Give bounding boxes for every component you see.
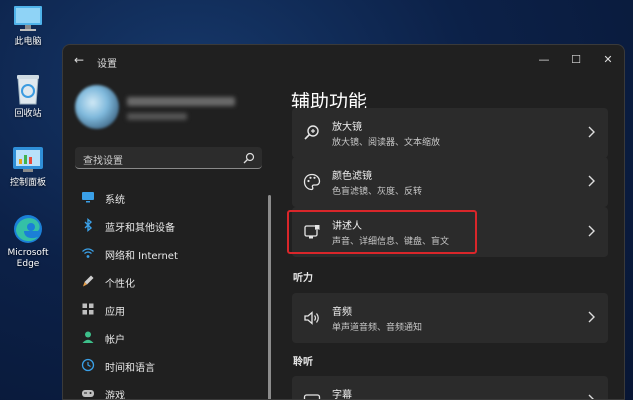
desktop-icon-this-pc[interactable]: 此电脑 (4, 4, 52, 48)
maximize-button[interactable]: ☐ (561, 49, 591, 71)
title-bar: ← 设置 — ☐ ✕ (63, 45, 624, 75)
card-subtitle: 色盲滤镜、灰度、反转 (332, 187, 423, 197)
chevron-right-icon (588, 175, 595, 187)
sidebar-item-gaming[interactable]: 游戏 (73, 380, 263, 400)
close-button[interactable]: ✕ (593, 49, 623, 71)
palette-icon (303, 173, 321, 191)
audio-card[interactable]: 音频 单声道音频、音频通知 (292, 293, 608, 343)
card-subtitle: 单声道音频、音频通知 (332, 323, 423, 333)
chevron-right-icon (588, 394, 594, 399)
search-placeholder: 查找设置 (83, 156, 123, 167)
captions-icon (303, 394, 321, 399)
sidebar-item-personalization[interactable]: 个性化 (73, 268, 263, 294)
edge-icon (14, 215, 42, 243)
speaker-icon (304, 311, 319, 325)
sidebar-item-label: 个性化 (105, 279, 135, 290)
profile-name-blurred (127, 97, 235, 106)
control-panel-icon (13, 147, 43, 172)
chevron-right-icon (588, 126, 595, 138)
search-input[interactable]: 查找设置 (75, 147, 262, 169)
apps-icon (82, 303, 94, 315)
sidebar-item-label: 系统 (105, 195, 125, 206)
desktop-icon-edge[interactable]: Microsoft Edge (4, 213, 52, 270)
sidebar-item-network[interactable]: 网络和 Internet (73, 240, 263, 266)
card-subtitle: 放大镜、阅读器、文本缩放 (332, 138, 441, 148)
desktop-icon-recycle-bin[interactable]: 回收站 (4, 72, 52, 120)
chevron-right-icon (588, 311, 595, 323)
sidebar-item-label: 游戏 (105, 391, 125, 400)
magnifier-card[interactable]: 放大镜 放大镜、阅读器、文本缩放 (292, 108, 608, 158)
sidebar-item-accounts[interactable]: 帐户 (73, 324, 263, 350)
computer-icon (14, 6, 42, 31)
sidebar-item-label: 网络和 Internet (105, 251, 178, 262)
sidebar-item-label: 时间和语言 (105, 363, 155, 374)
sidebar-item-label: 蓝牙和其他设备 (105, 223, 175, 234)
brush-icon (83, 275, 94, 287)
card-title: 音频 (332, 307, 352, 318)
search-icon (243, 152, 255, 164)
chevron-right-icon (588, 225, 595, 237)
sidebar-item-label: 帐户 (105, 335, 125, 346)
captions-card[interactable]: 字幕 (292, 376, 608, 400)
gamepad-icon (82, 390, 94, 397)
profile-email-blurred (127, 113, 187, 120)
globe-clock-icon (81, 358, 95, 372)
minimize-button[interactable]: — (529, 49, 559, 71)
desktop-icon-label: 回收站 (14, 109, 42, 119)
magnifier-icon (304, 125, 319, 140)
color-filters-card[interactable]: 颜色滤镜 色盲滤镜、灰度、反转 (292, 157, 608, 207)
section-heading-hearing: 听力 (293, 273, 313, 284)
sidebar-item-apps[interactable]: 应用 (73, 296, 263, 322)
narrator-highlight-box (287, 210, 477, 254)
sidebar-scrollbar[interactable] (268, 195, 271, 399)
recycle-bin-icon (17, 75, 39, 105)
window-title: 设置 (97, 59, 117, 70)
desktop-icon-control-panel[interactable]: 控制面板 (4, 145, 52, 189)
card-title: 字幕 (332, 390, 352, 400)
card-title: 放大镜 (332, 122, 362, 133)
wifi-icon (82, 248, 94, 258)
sidebar-item-system[interactable]: 系统 (73, 184, 263, 210)
avatar[interactable] (75, 85, 119, 129)
bluetooth-icon (84, 218, 93, 232)
desktop-icon-label: 此电脑 (14, 37, 42, 47)
person-icon (82, 331, 94, 343)
sidebar-item-time-language[interactable]: 时间和语言 (73, 352, 263, 378)
back-arrow-icon[interactable]: ← (71, 52, 87, 68)
sidebar-item-bluetooth[interactable]: 蓝牙和其他设备 (73, 212, 263, 238)
section-heading-listening: 聆听 (293, 357, 313, 368)
settings-window: ← 设置 — ☐ ✕ 查找设置 系统 蓝牙和其他设备 网络和 Internet … (62, 44, 625, 400)
monitor-icon (82, 192, 94, 203)
card-title: 颜色滤镜 (332, 171, 372, 182)
desktop-icon-label: 控制面板 (9, 178, 46, 188)
sidebar-item-label: 应用 (105, 307, 125, 318)
desktop-icon-label: Microsoft Edge (7, 248, 49, 269)
